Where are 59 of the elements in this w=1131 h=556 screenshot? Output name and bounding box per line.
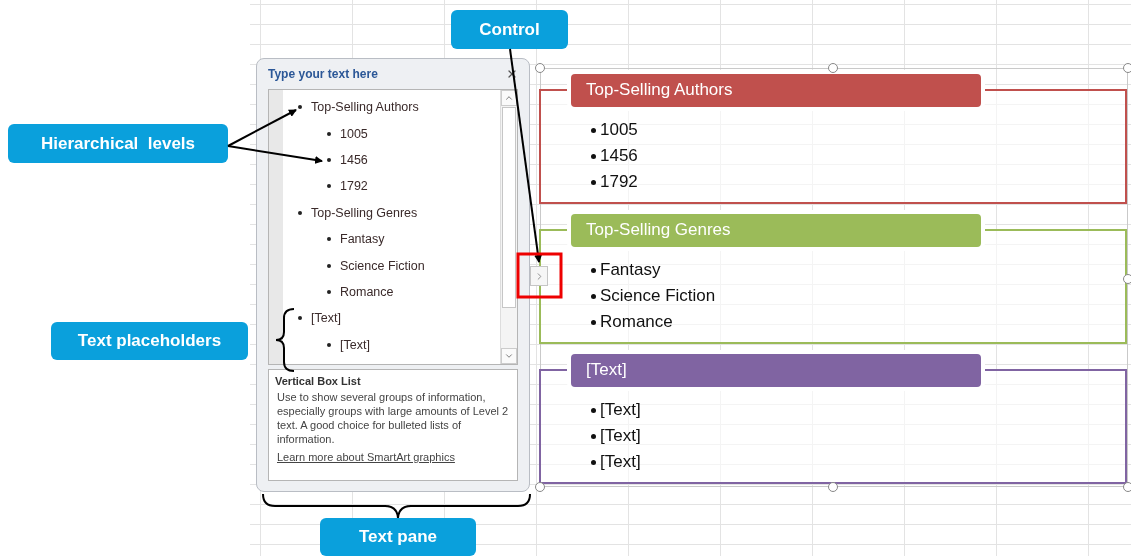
bullet-icon <box>327 342 331 347</box>
highlight-frame <box>516 252 563 299</box>
group-item: [Text] <box>600 426 641 446</box>
list-item[interactable]: Science Fiction <box>340 258 425 273</box>
list-item[interactable]: 1792 <box>340 179 368 194</box>
list-item[interactable]: 1005 <box>340 126 368 141</box>
placeholders-callout: Text placeholders <box>51 322 248 360</box>
group-item: [Text] <box>600 400 641 420</box>
list-item[interactable]: Top-Selling Authors <box>311 100 419 115</box>
list-item[interactable]: 1456 <box>340 152 368 167</box>
group-item: [Text] <box>600 452 641 472</box>
resize-handle[interactable] <box>1123 63 1131 73</box>
bullet-icon <box>591 127 596 133</box>
bullet-icon <box>327 131 331 136</box>
list-item[interactable]: [Text] <box>340 337 370 352</box>
group-item: Science Fiction <box>600 286 716 306</box>
expand-button[interactable] <box>530 266 548 286</box>
pane-callout: Text pane <box>320 518 476 556</box>
group-item: 1456 <box>600 146 638 166</box>
bullet-icon <box>591 459 596 465</box>
group-item: Fantasy <box>600 260 661 280</box>
resize-handle[interactable] <box>535 482 545 492</box>
bullet-icon <box>591 293 596 299</box>
bullet-icon <box>591 179 596 185</box>
resize-handle[interactable] <box>1123 274 1131 284</box>
group-item: Romance <box>600 312 673 332</box>
learn-more-link[interactable]: Learn more about SmartArt graphics <box>275 450 455 464</box>
resize-handle[interactable] <box>535 63 545 73</box>
list-item[interactable]: [Text] <box>311 311 341 326</box>
bullet-icon <box>298 316 302 321</box>
bullet-icon <box>298 105 302 110</box>
bullet-icon <box>327 184 331 189</box>
pane-title: Type your text here <box>268 67 378 81</box>
bullet-icon <box>327 157 331 162</box>
brace-drawing <box>275 308 295 372</box>
group-item: 1792 <box>600 172 638 192</box>
control-callout: Control <box>451 10 568 49</box>
levels-callout: Hierarchical levels <box>8 124 228 163</box>
chevron-up-icon[interactable] <box>504 93 514 103</box>
chevron-down-icon[interactable] <box>504 351 514 361</box>
bullet-icon <box>591 319 596 325</box>
bullet-icon <box>591 153 596 159</box>
bullet-icon <box>591 267 596 273</box>
bullet-icon <box>298 210 302 215</box>
bullet-icon <box>591 407 596 413</box>
bullet-icon <box>327 237 331 242</box>
list-item[interactable]: Romance <box>340 284 394 299</box>
bullet-icon <box>591 433 596 439</box>
resize-handle[interactable] <box>828 482 838 492</box>
list-item[interactable]: Fantasy <box>340 232 385 247</box>
resize-handle[interactable] <box>1123 482 1131 492</box>
group-item: 1005 <box>600 120 638 140</box>
list-item[interactable]: Top-Selling Genres <box>311 205 418 220</box>
bullet-icon <box>327 263 331 268</box>
layout-description: Use to show several groups of information, especially groups with large amounts of Level 2 text. A good choice for bulleted lists of information. <box>276 390 510 446</box>
scrollbar[interactable] <box>500 90 517 364</box>
close-button[interactable] <box>506 68 518 80</box>
layout-name: Vertical Box List <box>275 374 362 388</box>
bullet-icon <box>327 289 331 294</box>
